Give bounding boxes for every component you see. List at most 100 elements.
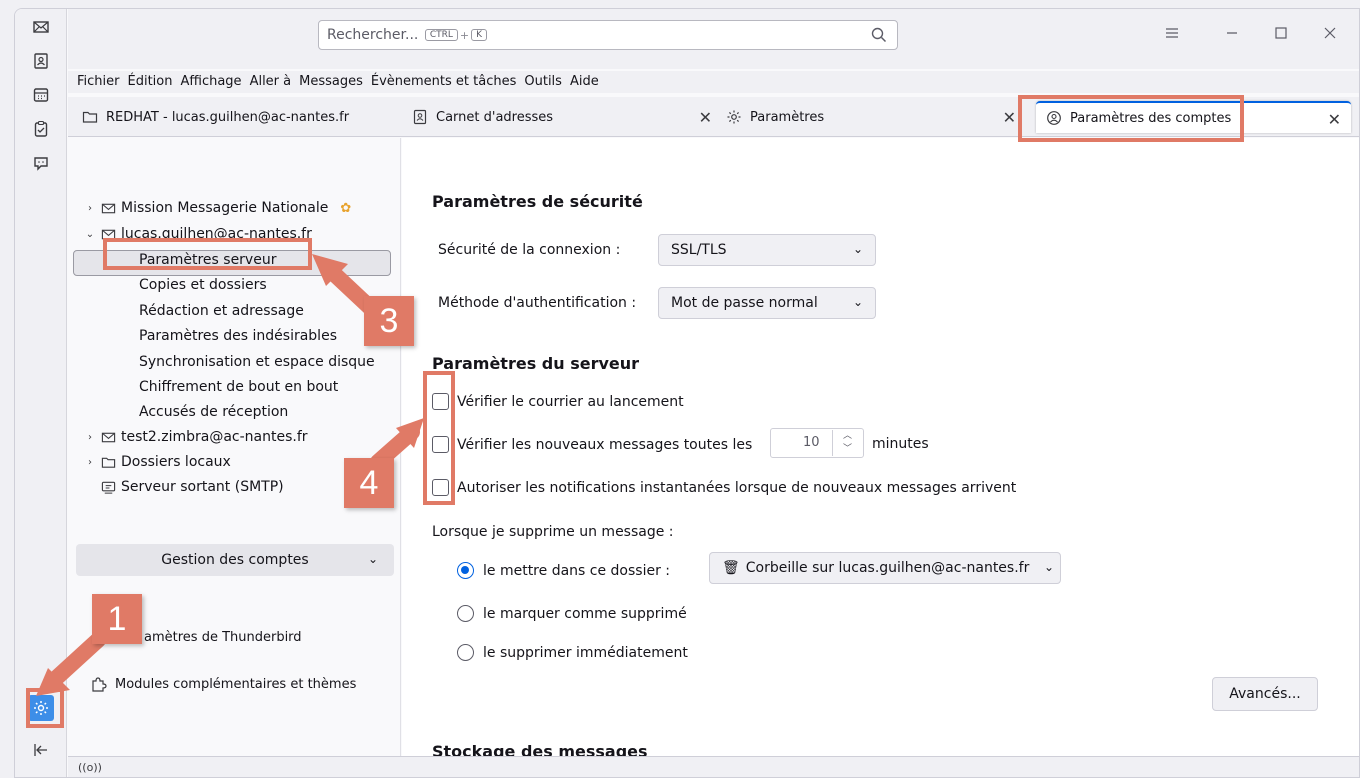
- menu-outils[interactable]: Outils: [524, 71, 562, 93]
- tree-account-mission[interactable]: › Mission Messagerie Nationale ✿: [84, 200, 351, 216]
- chevron-down-icon: ⌄: [1043, 560, 1054, 574]
- title-bar: Rechercher... CTRL + K: [68, 9, 1359, 69]
- delete-now-row[interactable]: le supprimer immédiatement: [457, 644, 688, 661]
- tab-settings[interactable]: Paramètres ✕: [726, 101, 1026, 133]
- check-at-startup-row[interactable]: Vérifier le courrier au lancement: [432, 393, 684, 410]
- push-notifications-checkbox[interactable]: [432, 479, 449, 496]
- search-input[interactable]: Rechercher... CTRL + K: [318, 20, 898, 50]
- maximize-icon[interactable]: [1271, 23, 1291, 43]
- close-tab-icon[interactable]: ✕: [1328, 110, 1341, 129]
- app-window: Rechercher... CTRL + K Fichier Édition Aff…: [14, 8, 1360, 778]
- menu-edition[interactable]: Édition: [128, 71, 173, 93]
- auth-method-label: Méthode d'authentification :: [438, 295, 637, 311]
- tree-local-folders[interactable]: › Dossiers locaux: [84, 454, 231, 470]
- mail-account-icon: [100, 200, 116, 216]
- chevron-down-icon: ⌄: [852, 242, 863, 256]
- chevron-right-icon[interactable]: ›: [84, 432, 96, 443]
- minimize-icon[interactable]: [1222, 23, 1242, 43]
- annotation-badge-1: 1: [92, 594, 142, 644]
- close-window-icon[interactable]: [1320, 23, 1340, 43]
- server-title: Paramètres du serveur: [432, 354, 640, 373]
- account-tree-pane: › Mission Messagerie Nationale ✿ ⌄ lucas…: [68, 138, 401, 756]
- tree-item-sync[interactable]: Synchronisation et espace disque: [139, 354, 375, 370]
- check-every-row[interactable]: Vérifier les nouveaux messages toutes le…: [432, 436, 752, 453]
- tree-item-receipts[interactable]: Accusés de réception: [139, 404, 288, 420]
- outgoing-server-icon: [100, 479, 116, 495]
- status-bar: ((o)): [68, 756, 1359, 777]
- tree-item-server-settings[interactable]: Paramètres serveur: [139, 252, 276, 268]
- tab-redhat-label: REDHAT - lucas.guilhen@ac-nantes.fr: [106, 109, 350, 125]
- tab-address-book-label: Carnet d'adresses: [436, 109, 554, 125]
- tree-account-lucas[interactable]: ⌄ lucas.guilhen@ac-nantes.fr: [84, 226, 312, 242]
- menu-evenements[interactable]: Évènements et tâches: [371, 71, 517, 93]
- collapse-spaces-icon[interactable]: [28, 737, 54, 763]
- chevron-down-icon: ⌄: [367, 552, 378, 566]
- auth-method-select[interactable]: Mot de passe normal ⌄: [658, 287, 876, 319]
- gear-icon: [726, 109, 742, 125]
- spaces-toolbar: [15, 9, 67, 777]
- chevron-down-icon[interactable]: ⌄: [84, 229, 96, 240]
- online-status-icon[interactable]: ((o)): [78, 761, 102, 774]
- server-settings-panel: Paramètres de sécurité Sécurité de la co…: [402, 138, 1359, 756]
- push-notifications-row[interactable]: Autoriser les notifications instantanées…: [432, 479, 1016, 496]
- tab-redhat[interactable]: REDHAT - lucas.guilhen@ac-nantes.fr: [82, 101, 392, 133]
- stepper-arrows-icon[interactable]: ︿ ﹀: [832, 430, 862, 456]
- tree-item-e2e[interactable]: Chiffrement de bout en bout: [139, 379, 338, 395]
- calendar-icon[interactable]: [28, 82, 54, 108]
- tab-address-book[interactable]: Carnet d'adresses ✕: [412, 101, 722, 133]
- chevron-right-icon[interactable]: ›: [84, 203, 96, 214]
- trash-icon: 🗑: [722, 560, 740, 576]
- check-at-startup-checkbox[interactable]: [432, 393, 449, 410]
- mail-icon[interactable]: [28, 14, 54, 40]
- check-every-checkbox[interactable]: [432, 436, 449, 453]
- chat-icon[interactable]: [28, 150, 54, 176]
- move-to-folder-radio[interactable]: [457, 562, 474, 579]
- tree-item-copies-folders[interactable]: Copies et dossiers: [139, 277, 267, 293]
- storage-title: Stockage des messages: [432, 742, 648, 756]
- tree-account-test2[interactable]: › test2.zimbra@ac-nantes.fr: [84, 429, 308, 445]
- manage-accounts-button[interactable]: Gestion des comptes ⌄: [76, 544, 394, 576]
- menu-aller-a[interactable]: Aller à: [250, 71, 292, 93]
- mark-deleted-row[interactable]: le marquer comme supprimé: [457, 605, 687, 622]
- interval-stepper[interactable]: 10 ︿ ﹀: [770, 428, 864, 458]
- menu-bar: Fichier Édition Affichage Aller à Messag…: [68, 71, 1359, 93]
- advanced-button[interactable]: Avancés...: [1212, 677, 1318, 711]
- tree-item-junk[interactable]: Paramètres des indésirables: [139, 328, 337, 344]
- addons-themes-link[interactable]: Modules complémentaires et thèmes: [88, 676, 356, 692]
- puzzle-icon: [88, 676, 110, 692]
- annotation-badge-4: 4: [344, 458, 394, 508]
- kbd-ctrl: CTRL: [424, 29, 458, 41]
- settings-gear-icon[interactable]: [28, 695, 54, 721]
- tab-account-settings-label: Paramètres des comptes: [1070, 110, 1232, 126]
- tree-item-composition[interactable]: Rédaction et adressage: [139, 303, 304, 319]
- mark-deleted-radio[interactable]: [457, 605, 474, 622]
- menu-aide[interactable]: Aide: [570, 71, 599, 93]
- delete-label: Lorsque je supprime un message :: [432, 524, 674, 540]
- minutes-label: minutes: [872, 436, 929, 452]
- connection-security-select[interactable]: SSL/TLS ⌄: [658, 234, 876, 266]
- close-tab-icon[interactable]: ✕: [1003, 108, 1016, 127]
- search-icon: [871, 27, 887, 43]
- star-icon: ✿: [340, 200, 352, 216]
- chevron-right-icon[interactable]: ›: [84, 457, 96, 468]
- tree-smtp[interactable]: Serveur sortant (SMTP): [100, 479, 284, 495]
- connection-security-label: Sécurité de la connexion :: [438, 242, 621, 258]
- trash-folder-select[interactable]: 🗑 Corbeille sur lucas.guilhen@ac-nantes.…: [709, 552, 1061, 584]
- address-book-icon[interactable]: [28, 48, 54, 74]
- account-icon: [1046, 110, 1062, 126]
- menu-affichage[interactable]: Affichage: [180, 71, 241, 93]
- chevron-down-icon: ⌄: [852, 295, 863, 309]
- menu-fichier[interactable]: Fichier: [77, 71, 120, 93]
- app-menu-icon[interactable]: [1162, 23, 1182, 43]
- menu-messages[interactable]: Messages: [299, 71, 363, 93]
- search-placeholder: Rechercher... CTRL + K: [327, 27, 489, 43]
- close-tab-icon[interactable]: ✕: [699, 108, 712, 127]
- tab-account-settings[interactable]: Paramètres des comptes ✕: [1036, 101, 1351, 133]
- mail-account-icon: [100, 226, 116, 242]
- tasks-icon[interactable]: [28, 116, 54, 142]
- delete-now-radio[interactable]: [457, 644, 474, 661]
- security-title: Paramètres de sécurité: [432, 192, 643, 211]
- mail-account-icon: [100, 429, 116, 445]
- tab-settings-label: Paramètres: [750, 109, 825, 125]
- move-to-folder-row[interactable]: le mettre dans ce dossier :: [457, 562, 670, 579]
